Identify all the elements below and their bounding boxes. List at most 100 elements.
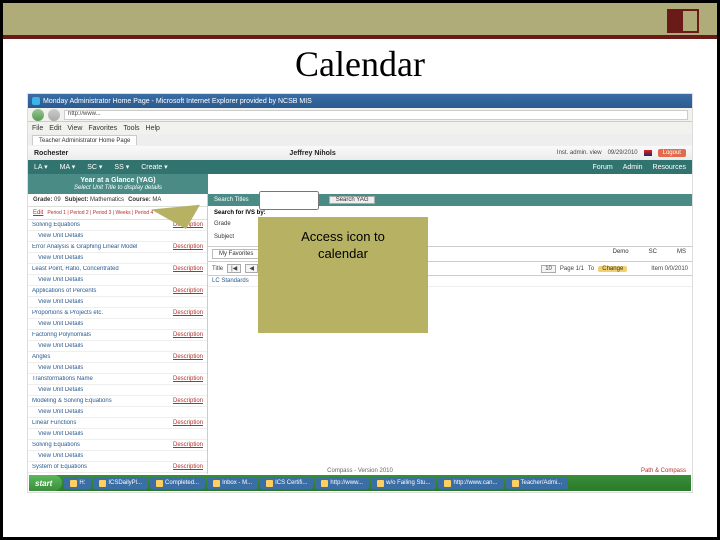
description-link[interactable]: Description xyxy=(173,244,203,250)
unit-row: View Unit Details xyxy=(28,341,207,352)
taskbar-item[interactable]: http://www.can... xyxy=(438,477,503,489)
unit-row: View Unit Details xyxy=(28,231,207,242)
menu-help[interactable]: Help xyxy=(146,125,160,132)
nav-forum[interactable]: Forum xyxy=(592,164,612,171)
unit-title[interactable]: View Unit Details xyxy=(32,365,203,371)
unit-title[interactable]: View Unit Details xyxy=(32,255,203,261)
unit-title[interactable]: View Unit Details xyxy=(32,387,203,393)
unit-title[interactable]: View Unit Details xyxy=(32,299,203,305)
sf-subject-label: Subject xyxy=(214,234,254,240)
nav-strip: LA ▾ MA ▾ SC ▾ SS ▾ Create ▾ Forum Admin… xyxy=(28,160,692,174)
taskbar-app-icon xyxy=(213,480,220,487)
unit-title[interactable]: Proportions & Projects etc. xyxy=(32,310,169,316)
taskbar-app-icon xyxy=(377,480,384,487)
unit-title[interactable]: Least Point, Ratio, Concentrated xyxy=(32,266,169,272)
pg-info: Page 1/1 xyxy=(560,266,584,272)
taskbar-item[interactable]: H: xyxy=(64,477,91,489)
header-date: 09/29/2010 xyxy=(608,150,638,156)
taskbar-item[interactable]: Inbox - M... xyxy=(207,477,258,489)
taskbar-item[interactable]: http://www... xyxy=(315,477,369,489)
taskbar-item[interactable]: Completed... xyxy=(150,477,205,489)
pg-change[interactable]: Change xyxy=(598,266,627,272)
nav-ma[interactable]: MA ▾ xyxy=(60,163,76,171)
pg-item: Item 0/0/2010 xyxy=(651,266,688,272)
unit-row: View Unit Details xyxy=(28,451,207,462)
menu-favorites[interactable]: Favorites xyxy=(88,125,117,132)
unit-row: Solving Equations Description xyxy=(28,440,207,451)
unit-title[interactable]: System of Equations xyxy=(32,464,169,470)
window-title: Monday Administrator Home Page - Microso… xyxy=(43,98,312,105)
description-link[interactable]: Description xyxy=(173,266,203,272)
description-link[interactable]: Description xyxy=(173,310,203,316)
unit-title[interactable]: Factoring Polynomials xyxy=(32,332,169,338)
tab-favorites[interactable]: My Favorites xyxy=(212,249,260,259)
description-link[interactable]: Description xyxy=(173,332,203,338)
address-bar[interactable]: http://www... xyxy=(64,110,688,120)
description-link[interactable]: Description xyxy=(173,442,203,448)
unit-title[interactable]: View Unit Details xyxy=(32,277,203,283)
unit-row: System of Equations Description xyxy=(28,462,207,473)
unit-row: View Unit Details xyxy=(28,253,207,264)
menu-view[interactable]: View xyxy=(67,125,82,132)
description-link[interactable]: Description xyxy=(173,398,203,404)
nav-ss[interactable]: SS ▾ xyxy=(114,163,129,171)
description-link[interactable]: Description xyxy=(173,354,203,360)
unit-title[interactable]: Angles xyxy=(32,354,169,360)
ie-toolbar: http://www... xyxy=(28,108,692,122)
taskbar-item[interactable]: ICSDailyPl... xyxy=(93,477,148,489)
unit-title[interactable]: View Unit Details xyxy=(32,321,203,327)
unit-title[interactable]: View Unit Details xyxy=(32,431,203,437)
unit-title[interactable]: View Unit Details xyxy=(32,453,203,459)
unit-title[interactable]: Solving Equations xyxy=(32,222,169,228)
taskbar-item[interactable]: Teacher/Admi... xyxy=(506,477,569,489)
col-ms: MS xyxy=(677,249,686,259)
nav-resources[interactable]: Resources xyxy=(653,164,686,171)
col-sc: SC xyxy=(649,249,657,259)
search-button[interactable]: Search YAG xyxy=(329,196,376,204)
subheader-line2: Select Unit Title to display details xyxy=(74,185,162,192)
nav-admin[interactable]: Admin xyxy=(623,164,643,171)
nav-sc[interactable]: SC ▾ xyxy=(87,163,102,171)
unit-row: Applications of Percents Description xyxy=(28,286,207,297)
description-link[interactable]: Description xyxy=(173,288,203,294)
subheader-line1: Year at a Glance (YAG) xyxy=(80,177,155,185)
description-link[interactable]: Description xyxy=(173,464,203,470)
unit-row: View Unit Details xyxy=(28,275,207,286)
unit-title[interactable]: Transformations Name xyxy=(32,376,169,382)
menu-edit[interactable]: Edit xyxy=(49,125,61,132)
menu-tools[interactable]: Tools xyxy=(123,125,139,132)
unit-row: View Unit Details xyxy=(28,319,207,330)
nav-create[interactable]: Create ▾ xyxy=(141,163,167,171)
unit-title[interactable]: Applications of Percents xyxy=(32,288,169,294)
edit-link[interactable]: Edit xyxy=(33,210,43,216)
taskbar-item[interactable]: ICS Certifi... xyxy=(260,477,313,489)
unit-title[interactable]: View Unit Details xyxy=(32,233,203,239)
description-link[interactable]: Description xyxy=(173,420,203,426)
taskbar: start H:ICSDailyPl...Completed...Inbox -… xyxy=(29,475,691,491)
pg-prev[interactable]: ◀ xyxy=(245,264,258,273)
unit-title[interactable]: View Unit Details xyxy=(32,343,203,349)
nav-la[interactable]: LA ▾ xyxy=(34,163,48,171)
unit-title[interactable]: View Unit Details xyxy=(32,409,203,415)
unit-title[interactable]: Modeling & Solving Equations xyxy=(32,398,169,404)
footer-link[interactable]: Path & Compass xyxy=(641,468,686,474)
unit-row: View Unit Details xyxy=(28,407,207,418)
unit-row: Error Analysis & Graphing Linear Model De… xyxy=(28,242,207,253)
browser-tab[interactable]: Teacher Administrator Home Page xyxy=(32,135,137,145)
back-button[interactable] xyxy=(32,109,44,121)
unit-title[interactable]: Error Analysis & Graphing Linear Model xyxy=(32,244,169,250)
menu-file[interactable]: File xyxy=(32,125,43,132)
pg-first[interactable]: |◀ xyxy=(227,264,241,273)
taskbar-item[interactable]: w/o Failing Stu... xyxy=(371,477,436,489)
logout-button[interactable]: Logout xyxy=(658,149,686,157)
period-text: Period 1 | Period 2 | Period 3 | Weeks |… xyxy=(47,210,153,216)
description-link[interactable]: Description xyxy=(173,376,203,382)
search-bar: Search Titles Search YAG xyxy=(208,194,692,206)
corner-accent xyxy=(667,9,699,33)
unit-title[interactable]: Linear Functions xyxy=(32,420,169,426)
pg-count: 10 xyxy=(541,265,556,273)
forward-button[interactable] xyxy=(48,109,60,121)
unit-title[interactable]: Solving Equations xyxy=(32,442,169,448)
grade-label: Grade: xyxy=(33,197,52,203)
start-button[interactable]: start xyxy=(29,475,62,491)
